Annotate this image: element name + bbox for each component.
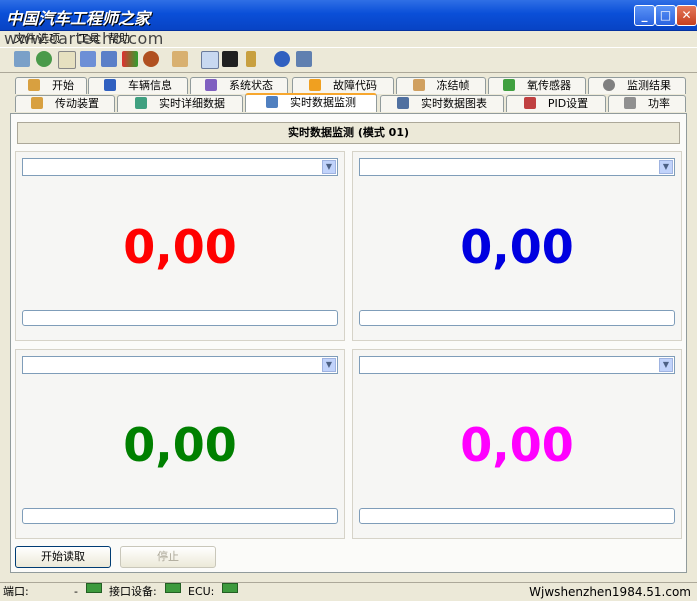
chevron-down-icon[interactable]: ▼ [659,160,673,174]
minimize-icon[interactable]: _ [634,5,655,26]
info-icon[interactable] [274,51,290,67]
tab-vehicle-info[interactable]: 车辆信息 [88,77,188,94]
device-label: 接口设备: [109,585,157,598]
exit-icon[interactable] [296,51,312,67]
sensor-icon [503,79,515,91]
title-bar[interactable]: 中国汽车工程师之家 _ □ ✕ [0,0,697,31]
gauge-2-value: 0,00 [460,220,574,274]
home-icon [28,79,40,91]
doc-icon[interactable] [58,51,76,69]
tab-pid-settings[interactable]: PID设置 [506,95,606,112]
table-icon [266,96,278,108]
footer-watermark: Wjwshenzhen1984.51.com [529,585,691,599]
chat-icon[interactable] [201,51,219,69]
warning-icon [309,79,321,91]
port-label: 端口: [3,585,29,598]
gauge-3-progress-bar [22,508,338,524]
device-led-icon [165,583,181,593]
tab-realtime-monitor[interactable]: 实时数据监测 [245,93,377,112]
chevron-down-icon[interactable]: ▼ [322,358,336,372]
chart-icon [397,97,409,109]
maximize-icon[interactable]: □ [655,5,676,26]
gauge-3-value: 0,00 [123,418,237,472]
gauge-3: ▼ 0,00 [15,349,345,539]
toolbar [0,47,697,73]
gauge-1: ▼ 0,00 [15,151,345,341]
tab-start[interactable]: 开始 [15,77,87,94]
wrench-icon[interactable] [14,51,30,67]
transmission-icon [31,97,43,109]
gauge-2-pid-select[interactable]: ▼ [359,158,675,176]
flag-icon[interactable] [122,51,138,67]
ecu-label: ECU: [188,585,215,598]
checklist-icon [205,79,217,91]
close-icon[interactable]: ✕ [676,5,697,26]
person-icon[interactable] [143,51,159,67]
clipboard-icon[interactable] [172,51,188,67]
gauge-1-value: 0,00 [123,220,237,274]
tab-power[interactable]: 功率 [608,95,686,112]
gauge-4-value: 0,00 [460,418,574,472]
port-led-icon [86,583,102,593]
globe-icon[interactable] [36,51,52,67]
status-bar: 端口: - 接口设备: ECU: Wjwshenzhen1984.51.com [0,582,697,601]
gauge-1-pid-select[interactable]: ▼ [22,158,338,176]
chart-icon[interactable] [101,51,117,67]
window-title: 中国汽车工程师之家 [6,9,151,28]
list-icon [135,97,147,109]
document-icon [523,97,536,109]
gauge-4: ▼ 0,00 [352,349,682,539]
tab-fault-codes[interactable]: 故障代码 [292,77,394,94]
tab-transmission[interactable]: 传动装置 [15,95,115,112]
tab-monitor-results[interactable]: 监测结果 [588,77,686,94]
start-read-button[interactable]: 开始读取 [15,546,111,568]
ecu-led-icon [222,583,238,593]
tab-freeze-frame[interactable]: 冻结帧 [396,77,486,94]
power-icon [624,97,636,109]
battery-icon[interactable] [246,51,256,67]
tab-realtime-chart[interactable]: 实时数据图表 [380,95,504,112]
gauge-4-progress-bar [359,508,675,524]
tab-o2-sensor[interactable]: 氧传感器 [488,77,586,94]
port-value: - [74,585,78,598]
panel-title: 实时数据监测 (模式 01) [17,122,680,144]
hand-icon [412,79,425,91]
gauge-3-pid-select[interactable]: ▼ [22,356,338,374]
gauge-2: ▼ 0,00 [352,151,682,341]
chevron-down-icon[interactable]: ▼ [659,358,673,372]
table-icon[interactable] [80,51,96,67]
tab-realtime-detail[interactable]: 实时详细数据 [117,95,243,112]
watermark-text: www.cartecho.com [4,29,164,48]
tab-system-status[interactable]: 系统状态 [190,77,288,94]
gauge-4-pid-select[interactable]: ▼ [359,356,675,374]
info-icon [104,79,116,91]
terminal-icon[interactable] [222,51,238,67]
gear-icon [603,79,615,91]
stop-button[interactable]: 停止 [120,546,216,568]
gauge-2-progress-bar [359,310,675,326]
chevron-down-icon[interactable]: ▼ [322,160,336,174]
gauge-1-progress-bar [22,310,338,326]
realtime-monitor-panel: 实时数据监测 (模式 01) ▼ 0,00 ▼ 0,00 ▼ 0,00 ▼ 0,… [10,113,687,573]
